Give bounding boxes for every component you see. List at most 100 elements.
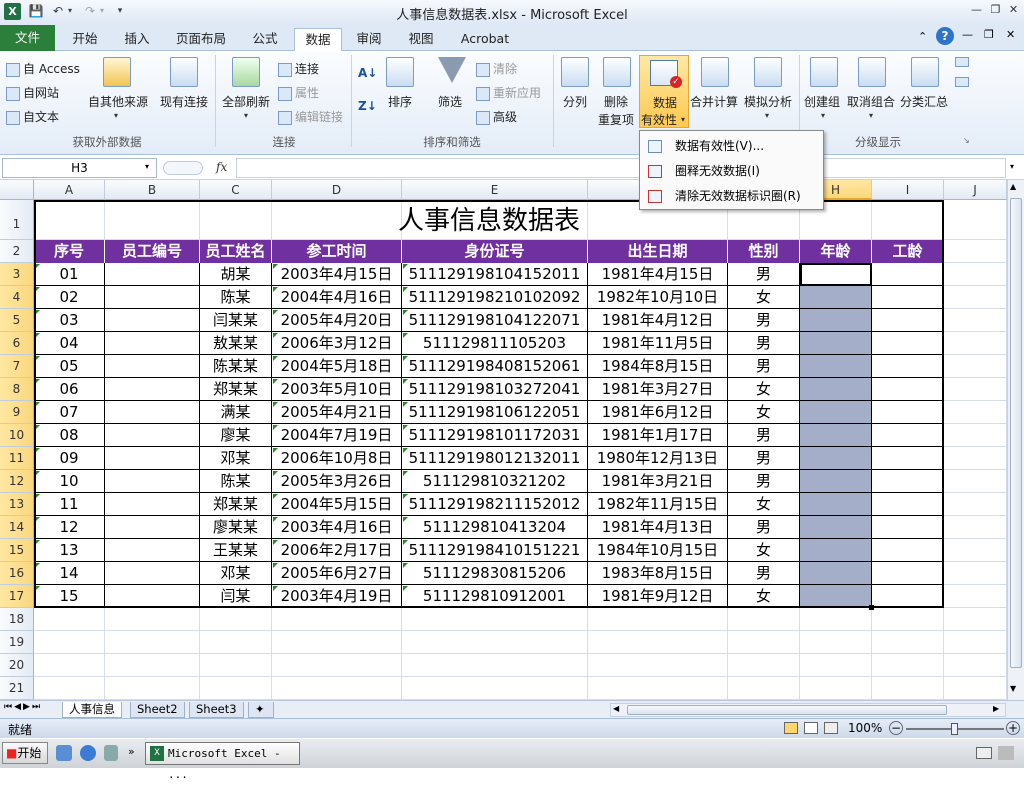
column-header-e[interactable]: E	[402, 180, 588, 200]
table-cell[interactable]	[105, 332, 200, 355]
table-cell[interactable]: 2005年4月20日	[272, 309, 402, 332]
data-validation-button[interactable]: ✓ 数据 有效性 ▾	[639, 55, 689, 128]
table-cell[interactable]: 2005年3月26日	[272, 470, 402, 493]
table-cell[interactable]: 2003年5月10日	[272, 378, 402, 401]
table-cell[interactable]	[872, 309, 944, 332]
table-cell[interactable]: 女	[728, 585, 800, 608]
table-header-9[interactable]: 工龄	[872, 240, 944, 263]
table-cell[interactable]	[872, 378, 944, 401]
doc-close-icon[interactable]: ✕	[1006, 28, 1015, 41]
table-cell[interactable]: 08	[34, 424, 105, 447]
connections-button[interactable]: 连接	[278, 60, 319, 77]
table-cell[interactable]: 1981年1月17日	[588, 424, 728, 447]
table-cell[interactable]	[872, 539, 944, 562]
table-cell[interactable]	[872, 332, 944, 355]
table-cell[interactable]	[105, 263, 200, 286]
column-header-b[interactable]: B	[105, 180, 200, 200]
formula-bar-splitter[interactable]	[163, 161, 203, 175]
zoom-out-icon[interactable]: −	[889, 721, 903, 735]
doc-minimize-icon[interactable]: —	[962, 28, 973, 41]
table-cell[interactable]: 男	[728, 424, 800, 447]
table-cell[interactable]: 2003年4月16日	[272, 516, 402, 539]
table-cell[interactable]	[872, 585, 944, 608]
consolidate-button[interactable]: 合并计算	[690, 55, 740, 127]
active-cell-h3[interactable]	[800, 263, 872, 286]
table-cell[interactable]: 13	[34, 539, 105, 562]
table-cell[interactable]: 闫某	[200, 585, 272, 608]
table-cell[interactable]: 2004年4月16日	[272, 286, 402, 309]
scroll-down-icon[interactable]: ▼	[1010, 684, 1016, 693]
table-cell[interactable]	[872, 355, 944, 378]
tab-acrobat[interactable]: Acrobat	[452, 28, 518, 51]
table-cell[interactable]: 男	[728, 516, 800, 539]
table-cell[interactable]	[105, 562, 200, 585]
table-cell[interactable]	[800, 332, 872, 355]
table-cell[interactable]: 陈某	[200, 470, 272, 493]
tab-review[interactable]: 审阅	[346, 28, 392, 51]
scroll-left-icon[interactable]: ◀	[613, 704, 619, 713]
table-cell[interactable]	[800, 355, 872, 378]
column-header-c[interactable]: C	[200, 180, 272, 200]
column-header-a[interactable]: A	[34, 180, 105, 200]
table-header-6[interactable]: 出生日期	[588, 240, 728, 263]
table-cell[interactable]	[800, 378, 872, 401]
row-header-7[interactable]: 7	[0, 355, 34, 378]
tray-keyboard-icon[interactable]	[976, 747, 992, 759]
select-all-corner[interactable]	[0, 180, 34, 200]
table-cell[interactable]: 王某某	[200, 539, 272, 562]
table-cell[interactable]: 男	[728, 562, 800, 585]
table-cell[interactable]	[105, 539, 200, 562]
ungroup-button[interactable]: 取消组合 ▾	[846, 55, 898, 127]
table-header-3[interactable]: 员工姓名	[200, 240, 272, 263]
insert-function-icon[interactable]: fx	[216, 160, 227, 174]
table-cell[interactable]	[105, 401, 200, 424]
table-cell[interactable]: 1981年9月12日	[588, 585, 728, 608]
table-cell[interactable]	[800, 516, 872, 539]
table-cell[interactable]	[872, 470, 944, 493]
table-cell[interactable]: 女	[728, 378, 800, 401]
table-cell[interactable]: 邓某	[200, 447, 272, 470]
horizontal-scrollbar[interactable]: ◀ ▶	[610, 703, 1006, 717]
table-cell[interactable]: 03	[34, 309, 105, 332]
table-cell[interactable]: 511129198101172031	[402, 424, 588, 447]
tab-file[interactable]: 文件	[0, 25, 55, 51]
table-cell[interactable]: 12	[34, 516, 105, 539]
table-cell[interactable]	[872, 562, 944, 585]
table-cell[interactable]: 男	[728, 355, 800, 378]
table-cell[interactable]	[105, 424, 200, 447]
group-button[interactable]: 创建组 ▾	[804, 55, 844, 127]
sort-button[interactable]: 排序	[382, 55, 418, 127]
quicklaunch-ie-icon[interactable]	[80, 745, 96, 761]
table-cell[interactable]: 1983年8月15日	[588, 562, 728, 585]
table-cell[interactable]: 男	[728, 309, 800, 332]
table-cell[interactable]	[105, 309, 200, 332]
table-cell[interactable]	[105, 447, 200, 470]
table-header-2[interactable]: 员工编号	[105, 240, 200, 263]
table-cell[interactable]: 男	[728, 332, 800, 355]
row-header-8[interactable]: 8	[0, 378, 34, 401]
table-cell[interactable]	[872, 263, 944, 286]
from-web-button[interactable]: 自网站	[6, 84, 59, 101]
table-cell[interactable]	[105, 355, 200, 378]
insert-sheet-icon[interactable]: ✦	[248, 702, 274, 718]
table-cell[interactable]: 男	[728, 447, 800, 470]
table-cell[interactable]: 2006年10月8日	[272, 447, 402, 470]
doc-restore-icon[interactable]: ❐	[984, 28, 994, 41]
existing-connections-button[interactable]: 现有连接	[158, 55, 212, 127]
row-header-19[interactable]: 19	[0, 631, 34, 654]
table-cell[interactable]: 2003年4月15日	[272, 263, 402, 286]
quicklaunch-desktop-icon[interactable]	[56, 745, 72, 761]
taskbar-excel-button[interactable]: X Microsoft Excel - ...	[145, 742, 300, 781]
scroll-up-icon[interactable]: ▲	[1010, 182, 1016, 191]
table-cell[interactable]: 敖某某	[200, 332, 272, 355]
row-header-20[interactable]: 20	[0, 654, 34, 677]
table-cell[interactable]: 02	[34, 286, 105, 309]
table-cell[interactable]	[105, 585, 200, 608]
show-detail-icon[interactable]	[955, 57, 969, 67]
table-cell[interactable]: 511129198104152011	[402, 263, 588, 286]
table-cell[interactable]	[800, 424, 872, 447]
table-cell[interactable]: 511129198210102092	[402, 286, 588, 309]
vertical-scrollbar[interactable]: ▲ ▼	[1007, 180, 1024, 700]
table-cell[interactable]: 2003年4月19日	[272, 585, 402, 608]
table-cell[interactable]	[105, 470, 200, 493]
